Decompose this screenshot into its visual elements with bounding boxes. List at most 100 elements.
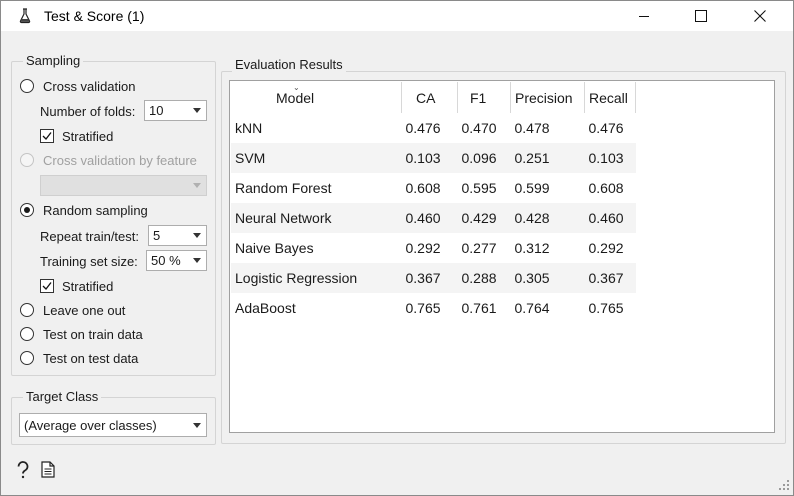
table-row[interactable]: Naive Bayes 0.292 0.277 0.312 0.292: [231, 233, 636, 263]
random-sampling-label: Random sampling: [43, 203, 148, 218]
precision-cell: 0.428: [510, 203, 585, 233]
column-header-label: Precision: [515, 89, 573, 106]
test-and-score-window: Test & Score (1) Sampling Cross validati…: [0, 0, 794, 496]
report-icon[interactable]: [41, 461, 55, 478]
table-row[interactable]: SVM 0.103 0.096 0.251 0.103: [231, 143, 636, 173]
recall-cell: 0.103: [584, 143, 636, 173]
ca-cell: 0.765: [405, 300, 441, 316]
evaluation-results-title: Evaluation Results: [232, 57, 346, 72]
maximize-button[interactable]: [678, 1, 724, 31]
resize-grip-icon[interactable]: [778, 479, 790, 491]
sampling-title: Sampling: [23, 53, 84, 68]
table-header-row: ⌄ Model CA F1 Precision Recall: [231, 82, 636, 113]
training-set-size-label: Training set size:: [40, 254, 138, 269]
column-header-model[interactable]: ⌄ Model: [231, 82, 402, 113]
recall-cell: 0.460: [584, 203, 636, 233]
column-header-precision[interactable]: Precision: [510, 82, 585, 113]
ca-cell: 0.103: [401, 143, 458, 173]
stratified-rs-checkbox[interactable]: [40, 279, 54, 293]
checkmark-icon: [42, 282, 52, 290]
target-class-value: (Average over classes): [24, 418, 157, 433]
f1-cell: 0.761: [461, 300, 497, 316]
precision-cell: 0.764: [514, 300, 550, 316]
column-header-label: CA: [416, 89, 436, 106]
model-cell: Neural Network: [231, 203, 402, 233]
model-cell: Logistic Regression: [231, 263, 402, 293]
table-row[interactable]: Logistic Regression 0.367 0.288 0.305 0.…: [231, 263, 636, 293]
precision-cell: 0.478: [514, 120, 550, 136]
cv-feature-combo[interactable]: [40, 175, 207, 196]
cross-validation-label: Cross validation: [43, 79, 136, 94]
cv-by-feature-label: Cross validation by feature: [43, 153, 197, 168]
f1-cell: 0.277: [461, 240, 497, 256]
column-header-label: Recall: [589, 89, 628, 106]
close-button[interactable]: [737, 1, 783, 31]
stratified-cv-label: Stratified: [62, 129, 114, 144]
checkmark-icon: [42, 132, 52, 140]
evaluation-results-table-view[interactable]: ⌄ Model CA F1 Precision Recall kNN 0.476…: [229, 80, 775, 433]
test-on-train-radio[interactable]: [20, 327, 34, 341]
model-cell: kNN: [235, 120, 263, 136]
f1-cell: 0.595: [461, 180, 497, 196]
flask-icon: [19, 8, 31, 24]
window-title: Test & Score (1): [44, 8, 145, 24]
repeat-train-test-label: Repeat train/test:: [40, 229, 139, 244]
column-header-f1[interactable]: F1: [457, 82, 511, 113]
evaluation-results-table: ⌄ Model CA F1 Precision Recall kNN 0.476…: [231, 82, 636, 323]
column-header-recall[interactable]: Recall: [584, 82, 636, 113]
test-on-test-label: Test on test data: [43, 351, 139, 366]
training-set-size-value: 50 %: [151, 253, 181, 268]
target-class-combo[interactable]: (Average over classes): [19, 413, 207, 437]
close-icon: [754, 10, 766, 22]
repeat-train-test-combo[interactable]: 5: [148, 225, 207, 246]
training-set-size-combo[interactable]: 50 %: [146, 250, 207, 271]
precision-cell: 0.305: [510, 263, 585, 293]
model-cell: Random Forest: [235, 180, 332, 196]
table-row[interactable]: AdaBoost 0.765 0.761 0.764 0.765: [231, 293, 636, 323]
f1-cell: 0.429: [457, 203, 511, 233]
chevron-down-icon: [193, 258, 201, 263]
stratified-cv-checkbox[interactable]: [40, 129, 54, 143]
recall-cell: 0.476: [588, 120, 624, 136]
number-of-folds-value: 10: [149, 103, 164, 118]
f1-cell: 0.470: [461, 120, 497, 136]
f1-cell: 0.288: [457, 263, 511, 293]
ca-cell: 0.292: [405, 240, 441, 256]
precision-cell: 0.312: [514, 240, 550, 256]
number-of-folds-label: Number of folds:: [40, 104, 136, 119]
column-header-ca[interactable]: CA: [401, 82, 458, 113]
sort-indicator-icon: ⌄: [293, 83, 300, 92]
recall-cell: 0.765: [588, 300, 624, 316]
help-icon[interactable]: [15, 461, 31, 479]
leave-one-out-label: Leave one out: [43, 303, 126, 318]
stratified-rs-label: Stratified: [62, 279, 114, 294]
table-row[interactable]: kNN 0.476 0.470 0.478 0.476: [231, 113, 636, 143]
minimize-icon: [639, 16, 649, 17]
test-on-test-radio[interactable]: [20, 351, 34, 365]
f1-cell: 0.096: [457, 143, 511, 173]
cross-validation-radio[interactable]: [20, 79, 34, 93]
model-cell: Naive Bayes: [235, 240, 314, 256]
chevron-down-icon: [193, 108, 201, 113]
target-class-title: Target Class: [23, 389, 102, 404]
repeat-train-test-value: 5: [153, 228, 161, 243]
cv-by-feature-radio[interactable]: [20, 153, 34, 167]
ca-cell: 0.460: [401, 203, 458, 233]
maximize-icon: [695, 10, 707, 22]
leave-one-out-radio[interactable]: [20, 303, 34, 317]
number-of-folds-combo[interactable]: 10: [144, 100, 207, 121]
model-cell: AdaBoost: [235, 300, 296, 316]
ca-cell: 0.608: [405, 180, 441, 196]
ca-cell: 0.476: [405, 120, 441, 136]
ca-cell: 0.367: [401, 263, 458, 293]
table-row[interactable]: Neural Network 0.460 0.429 0.428 0.460: [231, 203, 636, 233]
random-sampling-radio[interactable]: [20, 203, 34, 217]
chevron-down-icon: [193, 183, 201, 188]
minimize-button[interactable]: [621, 1, 667, 31]
model-cell: SVM: [231, 143, 402, 173]
recall-cell: 0.292: [588, 240, 624, 256]
table-row[interactable]: Random Forest 0.608 0.595 0.599 0.608: [231, 173, 636, 203]
chevron-down-icon: [193, 233, 201, 238]
precision-cell: 0.251: [510, 143, 585, 173]
precision-cell: 0.599: [514, 180, 550, 196]
